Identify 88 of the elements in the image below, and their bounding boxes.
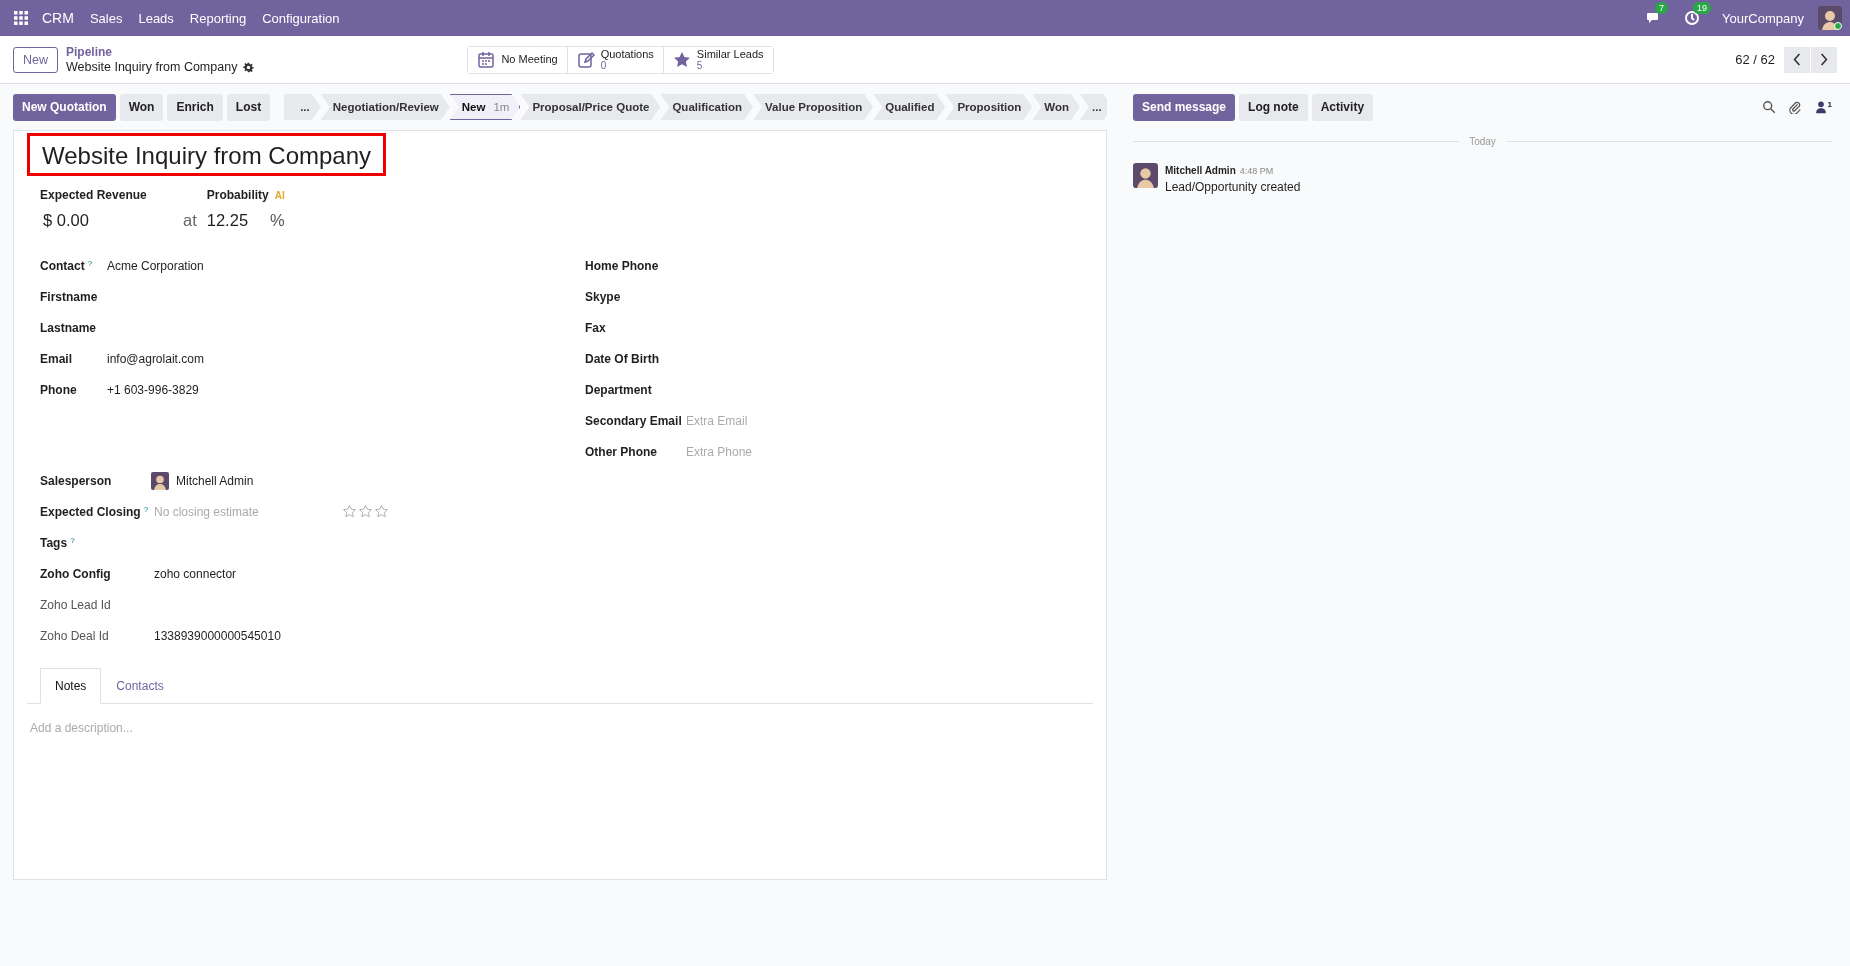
field-label: Firstname	[40, 289, 98, 304]
field-value[interactable]: +1 603-996-3829	[107, 382, 199, 397]
chatter-button[interactable]: Send message	[1133, 93, 1236, 121]
menu-item[interactable]: Configuration	[262, 10, 340, 26]
message-time: 4:48 PM	[1239, 166, 1274, 176]
field-value[interactable]: 1338939000000545010	[154, 628, 281, 643]
search-icon[interactable]	[1761, 100, 1776, 114]
app-name[interactable]: CRM	[42, 10, 74, 26]
edit-icon	[576, 50, 595, 69]
field-label: Email	[40, 351, 72, 366]
action-button[interactable]: Enrich	[167, 93, 223, 121]
count-badge: 7	[1655, 2, 1669, 14]
star-icon	[672, 50, 691, 69]
avatar-icon	[151, 471, 169, 490]
chatter-button[interactable]: Activity	[1311, 93, 1374, 121]
field-label: Fax	[585, 320, 606, 335]
apps-menu-icon[interactable]	[14, 11, 28, 25]
stage-button[interactable]: Won	[1032, 94, 1080, 120]
field-label: Zoho Lead Id	[40, 597, 111, 612]
stage-button[interactable]: Negotiation/Review	[320, 94, 450, 120]
field-label: Expected Closing	[40, 504, 141, 519]
field-value[interactable]: Mitchell Admin	[176, 473, 254, 488]
calendar-icon	[477, 50, 496, 69]
record-title[interactable]: Website Inquiry from Company	[27, 133, 386, 176]
next-button[interactable]	[1811, 46, 1837, 73]
field-value[interactable]: zoho connector	[154, 566, 237, 581]
breadcrumb-link[interactable]: Pipeline	[66, 44, 255, 60]
action-button[interactable]: New Quotation	[13, 93, 116, 121]
pager-counter: 62 / 62	[1735, 52, 1775, 67]
paperclip-icon[interactable]	[1787, 100, 1802, 114]
smart-button[interactable]: No Meeting	[468, 46, 568, 73]
action-button[interactable]: Lost	[226, 93, 271, 121]
stage-button[interactable]: Qualification	[660, 94, 754, 120]
settings-icon[interactable]	[243, 61, 255, 73]
percent-sign: %	[270, 211, 285, 230]
previous-button[interactable]	[1784, 46, 1810, 73]
field-label: Salesperson	[40, 473, 112, 488]
field-label: Contact	[40, 258, 85, 273]
revenue-value[interactable]: $ 0.00	[40, 211, 183, 230]
action-button[interactable]: Won	[119, 93, 164, 121]
stage-button[interactable]: Qualified	[873, 94, 946, 120]
priority-stars[interactable]	[342, 504, 389, 519]
stage-button[interactable]: ...	[1080, 94, 1107, 120]
field-label: Zoho Deal Id	[40, 628, 109, 643]
tab[interactable]: Notes	[40, 668, 102, 704]
chevron-right-icon	[1820, 53, 1828, 66]
menu-item[interactable]: Leads	[138, 10, 174, 26]
stage-button[interactable]: New 1m	[449, 94, 521, 120]
at-label: at	[183, 211, 197, 230]
person-icon[interactable]	[1813, 100, 1828, 114]
field-label: Department	[585, 382, 652, 397]
stage-button[interactable]: Proposition	[945, 94, 1033, 120]
new-button[interactable]: New	[13, 46, 58, 73]
field-value[interactable]: Acme Corporation	[107, 258, 204, 273]
field-label: Date Of Birth	[585, 351, 659, 366]
clock-icon[interactable]	[1684, 10, 1701, 26]
stage-button[interactable]: ...	[284, 94, 321, 120]
probability-value[interactable]: 12.25	[206, 211, 249, 230]
date-divider: Today	[1469, 136, 1496, 147]
menu-item[interactable]: Sales	[89, 10, 123, 26]
chatter-button[interactable]: Log note	[1239, 93, 1308, 121]
follower-count: 1	[1827, 100, 1832, 109]
field-label: Skype	[585, 289, 621, 304]
field-label: Probability	[206, 188, 269, 202]
company-name[interactable]: YourCompany	[1722, 10, 1804, 26]
stage-button[interactable]: Proposal/Price Quote	[520, 94, 661, 120]
record-name: Website Inquiry from Company	[66, 59, 238, 75]
stage-button[interactable]: Value Proposition	[753, 94, 874, 120]
count-badge: 19	[1693, 2, 1712, 14]
menu-item[interactable]: Reporting	[189, 10, 247, 26]
field-label: Tags	[40, 535, 68, 550]
help-mark[interactable]: ?	[70, 535, 75, 545]
chevron-left-icon	[1793, 53, 1801, 66]
field-label: Secondary Email	[585, 413, 682, 428]
field-label: Other Phone	[585, 444, 657, 459]
field-label: Zoho Config	[40, 566, 111, 581]
tab[interactable]: Contacts	[101, 668, 179, 704]
message-author[interactable]: Mitchell Admin	[1165, 165, 1236, 176]
field-label: Lastname	[40, 320, 97, 335]
field-label: Phone	[40, 382, 77, 397]
field-value[interactable]: info@agrolait.com	[107, 351, 204, 366]
field-label: Expected Revenue	[40, 188, 148, 202]
message-text: Lead/Opportunity created	[1165, 180, 1301, 194]
help-mark[interactable]: ?	[87, 258, 93, 268]
help-mark[interactable]: ?	[143, 504, 149, 514]
avatar-icon	[1133, 163, 1158, 188]
avatar-icon[interactable]	[1818, 6, 1842, 30]
field-label: Home Phone	[585, 258, 659, 273]
